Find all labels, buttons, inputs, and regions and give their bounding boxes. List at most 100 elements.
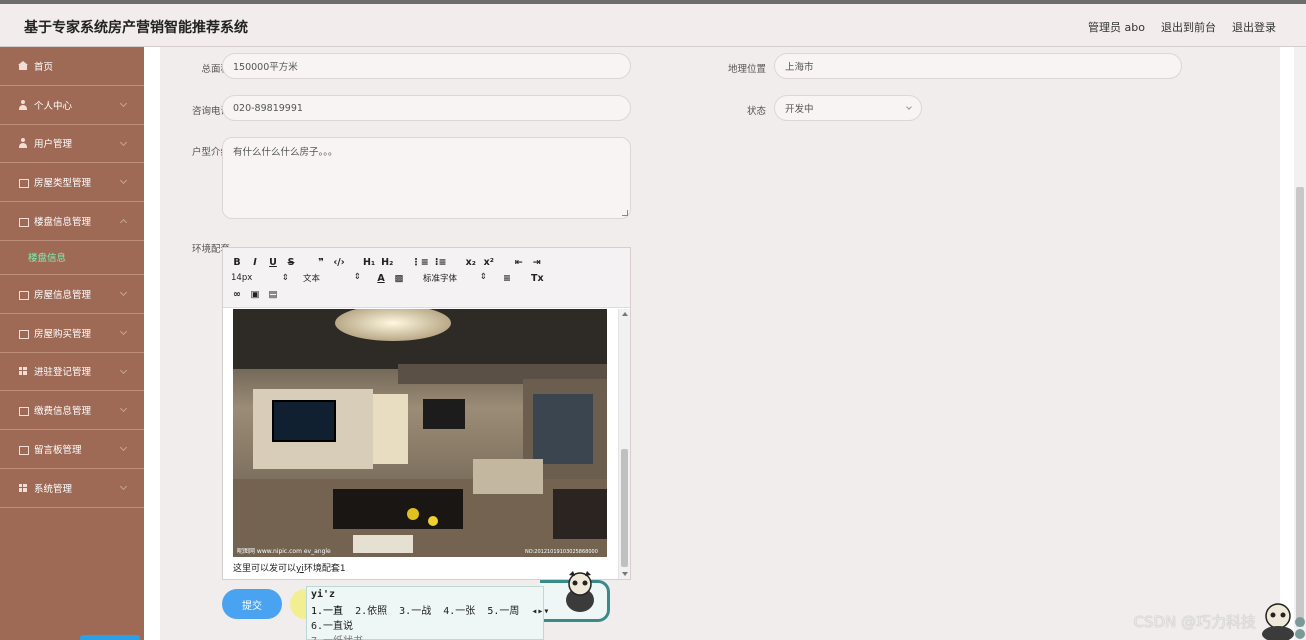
to-frontend-link[interactable]: 退出到前台 bbox=[1161, 19, 1216, 35]
background-color-icon[interactable]: ▩ bbox=[393, 273, 405, 284]
ime-candidate-popup[interactable]: yi'z 1.一直 2.依照 3.一战 4.一张 5.一周 ◂▸▾ 6.一直说 … bbox=[306, 586, 549, 640]
status-select[interactable]: 开发中 bbox=[774, 95, 922, 121]
app-title: 基于专家系统房产营销智能推荐系统 bbox=[24, 20, 248, 36]
underline-button[interactable]: U bbox=[267, 257, 279, 268]
paragraph-select[interactable]: 文本 ⇕ bbox=[303, 272, 361, 284]
chevron-down-icon bbox=[119, 405, 128, 413]
sidebar-item-houses[interactable]: 房屋信息管理 bbox=[0, 275, 144, 314]
font-family-select[interactable]: 标准字体 ⇕ bbox=[423, 272, 487, 284]
page-scrollbar[interactable] bbox=[1294, 47, 1306, 640]
logout-link[interactable]: 退出登录 bbox=[1232, 19, 1276, 35]
resize-handle[interactable] bbox=[622, 210, 628, 216]
chevron-up-icon bbox=[119, 219, 128, 227]
video-icon[interactable]: ▤ bbox=[267, 289, 279, 300]
h2-button[interactable]: H₂ bbox=[381, 257, 393, 268]
chevron-down-icon bbox=[119, 444, 128, 452]
editor-content[interactable]: 昵图网 www.nipic.com ev_angle NO:2012101910… bbox=[223, 309, 619, 579]
status-value: 开发中 bbox=[785, 104, 814, 115]
bold-button[interactable]: B bbox=[231, 257, 243, 268]
page-scroll-thumb[interactable] bbox=[1296, 187, 1304, 627]
h1-button[interactable]: H₁ bbox=[363, 257, 375, 268]
sidebar-item-profile[interactable]: 个人中心 bbox=[0, 86, 144, 125]
image-icon[interactable]: ▣ bbox=[249, 289, 261, 300]
phone-input[interactable]: 020-89819991 bbox=[222, 95, 631, 121]
chevron-down-icon bbox=[119, 366, 128, 374]
user-icon bbox=[18, 138, 28, 149]
scroll-thumb[interactable] bbox=[621, 449, 628, 567]
clear-format-icon[interactable]: Tx bbox=[531, 273, 544, 284]
code-icon[interactable]: ‹/› bbox=[333, 257, 345, 268]
ime-candidate[interactable]: 3.一战 bbox=[399, 606, 431, 617]
editor-text-after: 环境配套1 bbox=[303, 564, 346, 574]
sidebar-subitem-estate-info[interactable]: 楼盘信息 bbox=[0, 241, 144, 275]
box-icon bbox=[18, 405, 29, 417]
ime-candidates: 1.一直 2.依照 3.一战 4.一张 5.一周 ◂▸▾ bbox=[311, 602, 549, 617]
outdent-icon[interactable]: ⇤ bbox=[513, 257, 525, 268]
quote-icon[interactable]: ❞ bbox=[315, 257, 327, 268]
sidebar-item-house-types[interactable]: 房屋类型管理 bbox=[0, 163, 144, 203]
chevron-down-icon bbox=[906, 104, 912, 110]
home-icon bbox=[18, 60, 28, 71]
ime-candidate[interactable]: 6.一直说 bbox=[311, 617, 539, 632]
sidebar-item-home[interactable]: 首页 bbox=[0, 47, 144, 86]
admin-name[interactable]: 管理员 abo bbox=[1088, 19, 1145, 35]
sidebar: 首页 个人中心 用户管理 房屋类型管理 楼盘信息管理 楼盘信息 房屋信息管理 房… bbox=[0, 47, 144, 640]
scroll-down-icon[interactable] bbox=[622, 572, 628, 576]
ordered-list-icon[interactable]: ⋮≡ bbox=[411, 257, 428, 268]
font-color-icon[interactable]: A bbox=[375, 273, 387, 284]
sidebar-item-label: 房屋类型管理 bbox=[34, 178, 92, 190]
ime-candidate[interactable]: 1.一直 bbox=[311, 606, 343, 617]
link-icon[interactable]: ∞ bbox=[231, 289, 243, 300]
corner-mascot-icon bbox=[1262, 603, 1305, 640]
align-icon[interactable]: ≡ bbox=[501, 273, 513, 284]
grid-icon bbox=[18, 483, 28, 493]
sidebar-item-label: 进驻登记管理 bbox=[34, 367, 92, 379]
phone-value: 020-89819991 bbox=[233, 102, 303, 114]
strike-button[interactable]: S bbox=[285, 257, 297, 268]
sidebar-item-label: 个人中心 bbox=[34, 100, 73, 112]
layout-textarea[interactable]: 有什么什么什么房子。。。 bbox=[222, 137, 631, 219]
sidebar-item-label: 留言板管理 bbox=[34, 445, 82, 457]
subscript-button[interactable]: x₂ bbox=[465, 257, 477, 268]
header-actions: 管理员 abo 退出到前台 退出登录 bbox=[1088, 19, 1276, 35]
sidebar-scroll-indicator bbox=[80, 635, 140, 640]
sidebar-item-label: 楼盘信息管理 bbox=[34, 217, 92, 229]
message-icon bbox=[18, 444, 29, 456]
editor-text-before: 这里可以发可以 bbox=[233, 564, 297, 574]
sidebar-item-estates[interactable]: 楼盘信息管理 bbox=[0, 202, 144, 241]
location-label: 地理位置 bbox=[727, 64, 766, 75]
chart-icon bbox=[18, 216, 29, 228]
sidebar-item-system[interactable]: 系统管理 bbox=[0, 469, 144, 508]
location-input[interactable]: 上海市 bbox=[774, 53, 1182, 79]
sidebar-item-label: 系统管理 bbox=[34, 483, 73, 495]
bullet-list-icon[interactable]: ⁝≡ bbox=[435, 257, 447, 268]
status-label: 状态 bbox=[746, 106, 766, 117]
sidebar-item-checkin[interactable]: 进驻登记管理 bbox=[0, 353, 144, 392]
top-header: 基于专家系统房产营销智能推荐系统 管理员 abo 退出到前台 退出登录 bbox=[0, 0, 1306, 47]
living-room-photo: 昵图网 www.nipic.com ev_angle NO:2012101910… bbox=[233, 309, 607, 557]
sidebar-item-users[interactable]: 用户管理 bbox=[0, 125, 144, 164]
editor-scrollbar[interactable] bbox=[618, 309, 630, 579]
indent-icon[interactable]: ⇥ bbox=[531, 257, 543, 268]
estate-form: 总面积 150000平方米 地理位置 上海市 咨询电话 020-89819991… bbox=[160, 47, 1280, 640]
env-label: 环境配套 bbox=[191, 244, 230, 255]
chevron-down-icon bbox=[119, 482, 128, 491]
sidebar-item-messages[interactable]: 留言板管理 bbox=[0, 430, 144, 469]
submit-button[interactable]: 提交 bbox=[222, 589, 282, 619]
ime-candidate[interactable]: 2.依照 bbox=[355, 606, 387, 617]
scroll-up-icon[interactable] bbox=[622, 312, 628, 316]
ime-candidate[interactable]: 7.一纸状书 bbox=[311, 632, 539, 640]
font-size-select[interactable]: 14px ⇕ bbox=[231, 273, 289, 283]
ime-candidate[interactable]: 5.一周 bbox=[487, 606, 519, 617]
italic-button[interactable]: I bbox=[249, 257, 261, 268]
area-input[interactable]: 150000平方米 bbox=[222, 53, 631, 79]
rich-text-editor: B I U S ❞ ‹/› H₁ H₂ ⋮≡ ⁝≡ x₂ x² ⇤ ⇥ 14px… bbox=[222, 247, 631, 580]
sidebar-item-purchases[interactable]: 房屋购买管理 bbox=[0, 314, 144, 353]
photo-caption-right: NO:20121019103025868000 bbox=[525, 549, 598, 555]
sidebar-item-payments[interactable]: 缴费信息管理 bbox=[0, 391, 144, 431]
superscript-button[interactable]: x² bbox=[483, 257, 495, 268]
chevron-down-icon bbox=[119, 177, 128, 185]
ime-candidate[interactable]: 4.一张 bbox=[443, 606, 475, 617]
ime-page-arrows-icon[interactable]: ◂▸▾ bbox=[531, 606, 549, 617]
editor-text-underlined: yi bbox=[296, 564, 304, 574]
